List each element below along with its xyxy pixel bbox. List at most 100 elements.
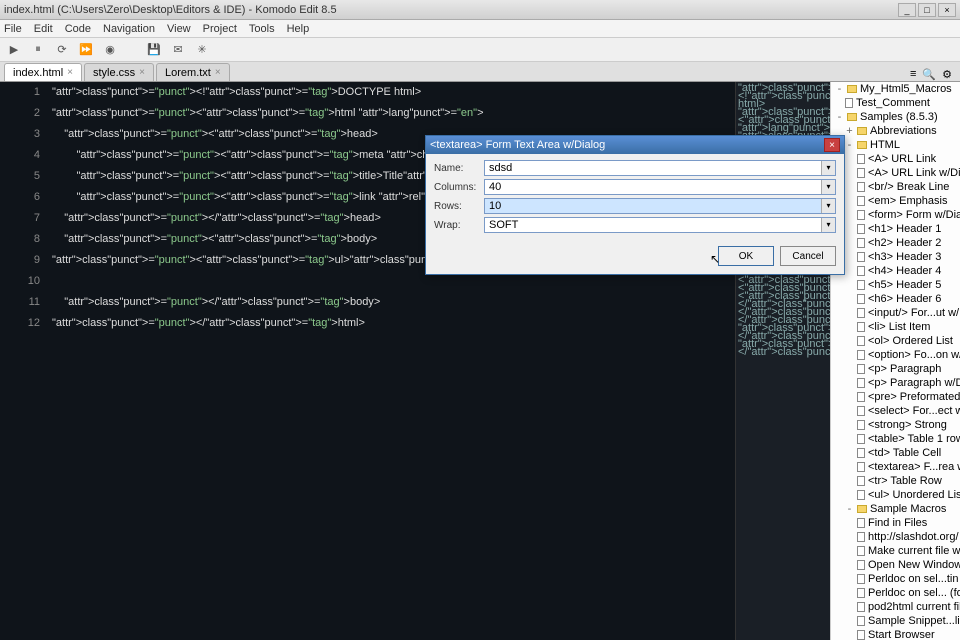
sidebar-item[interactable]: Perldoc on sel... (for modules) xyxy=(831,586,960,600)
sidebar-item[interactable]: +Abbreviations xyxy=(831,124,960,138)
sidebar-item-label: My_Html5_Macros xyxy=(860,83,952,95)
sidebar-item[interactable]: Test_Comment xyxy=(831,96,960,110)
sidebar-item[interactable]: <input/> For...ut w/Dialog xyxy=(831,306,960,320)
sidebar-item[interactable]: pod2html current file xyxy=(831,600,960,614)
chevron-down-icon[interactable]: ▾ xyxy=(821,218,835,232)
sidebar-item[interactable]: Make current file writeable xyxy=(831,544,960,558)
expand-icon[interactable]: - xyxy=(835,111,844,123)
tab-style-css[interactable]: style.css × xyxy=(84,63,154,81)
folder-icon xyxy=(857,127,867,135)
sidebar-item[interactable]: <li> List Item xyxy=(831,320,960,334)
sidebar-item[interactable]: <strong> Strong xyxy=(831,418,960,432)
menu-navigation[interactable]: Navigation xyxy=(103,23,155,35)
expand-icon[interactable]: + xyxy=(845,125,854,137)
sidebar-item[interactable]: - Samples (8.5.3) xyxy=(831,110,960,124)
step-icon[interactable]: ⏩ xyxy=(78,42,94,58)
sidebar-item[interactable]: <A> URL Link xyxy=(831,152,960,166)
sidebar-item[interactable]: <ul> Unordered List xyxy=(831,488,960,502)
sidebar-item-label: Samples (8.5.3) xyxy=(860,111,938,123)
tab-index-html[interactable]: index.html × xyxy=(4,63,82,81)
bug-icon[interactable]: ✳ xyxy=(194,42,210,58)
close-icon[interactable]: × xyxy=(215,67,221,78)
chevron-down-icon[interactable]: ▾ xyxy=(821,180,835,194)
close-button[interactable]: × xyxy=(938,3,956,17)
stop-icon[interactable]: ◉ xyxy=(102,42,118,58)
sidebar-item[interactable]: <form> Form w/Dialog xyxy=(831,208,960,222)
maximize-button[interactable]: □ xyxy=(918,3,936,17)
list-icon[interactable]: ≡ xyxy=(910,68,916,81)
close-icon[interactable]: × xyxy=(139,67,145,78)
menu-view[interactable]: View xyxy=(167,23,191,35)
sidebar-item[interactable]: <h1> Header 1 xyxy=(831,222,960,236)
sidebar-item[interactable]: Sample Snippet...lick to Insert xyxy=(831,614,960,628)
search-icon[interactable]: 🔍 xyxy=(922,68,936,81)
menu-help[interactable]: Help xyxy=(287,23,310,35)
sidebar-item[interactable]: <textarea> F...rea w/Dialog xyxy=(831,460,960,474)
file-icon xyxy=(857,182,865,192)
sidebar-item[interactable]: <tr> Table Row xyxy=(831,474,960,488)
sidebar-item[interactable]: <td> Table Cell xyxy=(831,446,960,460)
sidebar-item[interactable]: <ol> Ordered List xyxy=(831,334,960,348)
sidebar-item[interactable]: Perldoc on sel...tin functions) xyxy=(831,572,960,586)
tab-label: style.css xyxy=(93,67,135,79)
sidebar-item[interactable]: <pre> Preformated Text xyxy=(831,390,960,404)
menu-file[interactable]: File xyxy=(4,23,22,35)
save-icon[interactable]: 💾 xyxy=(146,42,162,58)
sidebar-item[interactable]: <A> URL Link w/Dialog xyxy=(831,166,960,180)
rows-input[interactable]: 10 ▾ xyxy=(484,198,836,214)
sidebar-item[interactable]: Start Browser xyxy=(831,628,960,640)
sidebar-item-label: <pre> Preformated Text xyxy=(868,391,960,403)
expand-icon[interactable]: - xyxy=(845,139,854,151)
gear-icon[interactable]: ⚙ xyxy=(942,68,952,81)
refresh-icon[interactable]: ⟳ xyxy=(54,42,70,58)
toolbox-sidebar[interactable]: -My_Html5_MacrosTest_Comment-Samples (8.… xyxy=(830,82,960,640)
tab-lorem-txt[interactable]: Lorem.txt × xyxy=(156,63,230,81)
sidebar-item[interactable]: - My_Html5_Macros xyxy=(831,82,960,96)
chevron-down-icon[interactable]: ▾ xyxy=(821,199,835,213)
sidebar-item[interactable]: <h4> Header 4 xyxy=(831,264,960,278)
wrap-input[interactable]: SOFT ▾ xyxy=(484,217,836,233)
sidebar-item[interactable]: Find in Files xyxy=(831,516,960,530)
sidebar-item-label: <ol> Ordered List xyxy=(868,335,953,347)
close-icon[interactable]: × xyxy=(67,67,73,78)
sidebar-item[interactable]: -HTML xyxy=(831,138,960,152)
columns-input[interactable]: 40 ▾ xyxy=(484,179,836,195)
cancel-button[interactable]: Cancel xyxy=(780,246,836,266)
ok-button[interactable]: OK xyxy=(718,246,774,266)
pause-icon[interactable]: ⏸ xyxy=(30,42,46,58)
sidebar-item[interactable]: -Sample Macros xyxy=(831,502,960,516)
mail-icon[interactable]: ✉ xyxy=(170,42,186,58)
file-icon xyxy=(857,196,865,206)
menu-tools[interactable]: Tools xyxy=(249,23,275,35)
sidebar-item[interactable]: <em> Emphasis xyxy=(831,194,960,208)
file-icon xyxy=(857,364,865,374)
file-icon xyxy=(857,574,865,584)
expand-icon[interactable]: - xyxy=(845,503,854,515)
sidebar-item[interactable]: http://slashdot.org/ xyxy=(831,530,960,544)
expand-icon[interactable]: - xyxy=(835,83,844,95)
play-icon[interactable]: ▶ xyxy=(6,42,22,58)
menu-project[interactable]: Project xyxy=(203,23,237,35)
sidebar-item[interactable]: <select> For...ect w/Dialog xyxy=(831,404,960,418)
dialog-titlebar[interactable]: <textarea> Form Text Area w/Dialog × xyxy=(426,136,844,154)
sidebar-item[interactable]: <br/> Break Line xyxy=(831,180,960,194)
sidebar-item[interactable]: Open New Window xyxy=(831,558,960,572)
name-input[interactable]: sdsd ▾ xyxy=(484,160,836,176)
sidebar-item-label: <A> URL Link w/Dialog xyxy=(868,167,960,179)
sidebar-item-label: <input/> For...ut w/Dialog xyxy=(868,307,960,319)
sidebar-item[interactable]: <h3> Header 3 xyxy=(831,250,960,264)
sidebar-item[interactable]: <h2> Header 2 xyxy=(831,236,960,250)
sidebar-item[interactable]: <p> Paragraph xyxy=(831,362,960,376)
sidebar-item[interactable]: <h5> Header 5 xyxy=(831,278,960,292)
sidebar-item[interactable]: <p> Paragraph w/Dialog xyxy=(831,376,960,390)
sidebar-item[interactable]: <option> Fo...on w/Dialog xyxy=(831,348,960,362)
sidebar-item[interactable]: <table> Table 1 row 1 col xyxy=(831,432,960,446)
menu-code[interactable]: Code xyxy=(65,23,91,35)
file-icon xyxy=(857,392,865,402)
tab-label: Lorem.txt xyxy=(165,67,211,79)
sidebar-item[interactable]: <h6> Header 6 xyxy=(831,292,960,306)
menu-edit[interactable]: Edit xyxy=(34,23,53,35)
minimize-button[interactable]: _ xyxy=(898,3,916,17)
dialog-close-button[interactable]: × xyxy=(824,138,840,152)
chevron-down-icon[interactable]: ▾ xyxy=(821,161,835,175)
